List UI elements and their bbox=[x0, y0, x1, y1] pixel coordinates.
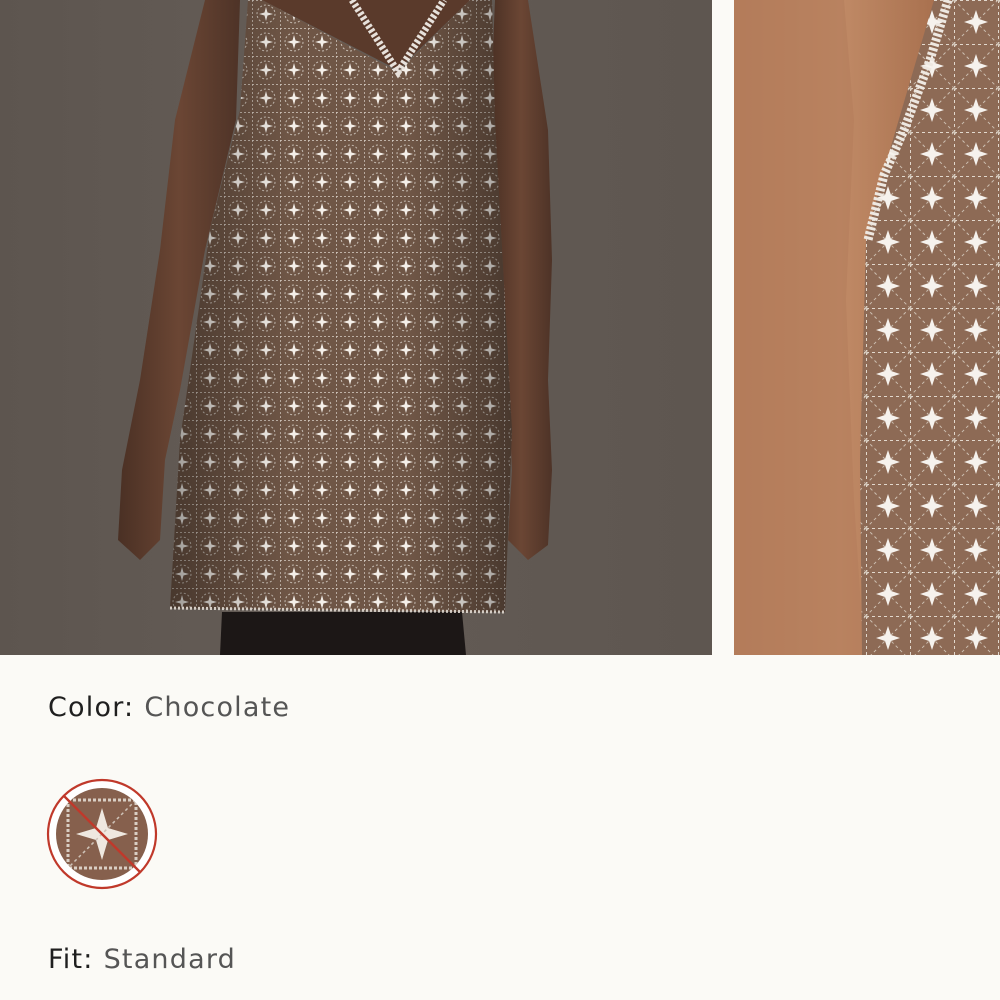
dress-back-illustration bbox=[118, 0, 552, 655]
color-label: Color: bbox=[48, 692, 135, 723]
fit-option-row: Fit: Standard bbox=[48, 946, 236, 973]
product-photo-side-detail[interactable] bbox=[734, 0, 1000, 655]
dress-detail-illustration bbox=[734, 0, 1000, 655]
product-photo-back-view[interactable] bbox=[0, 0, 712, 655]
color-swatch-chocolate[interactable] bbox=[46, 778, 158, 890]
fit-label: Fit: bbox=[48, 944, 94, 975]
color-option-row: Color: Chocolate bbox=[48, 694, 290, 721]
product-image-gallery bbox=[0, 0, 1000, 655]
selected-color-value: Chocolate bbox=[144, 692, 291, 723]
product-page: Color: Chocolate Fit: Standard bbox=[0, 0, 1000, 1000]
selected-fit-value: Standard bbox=[103, 944, 236, 975]
